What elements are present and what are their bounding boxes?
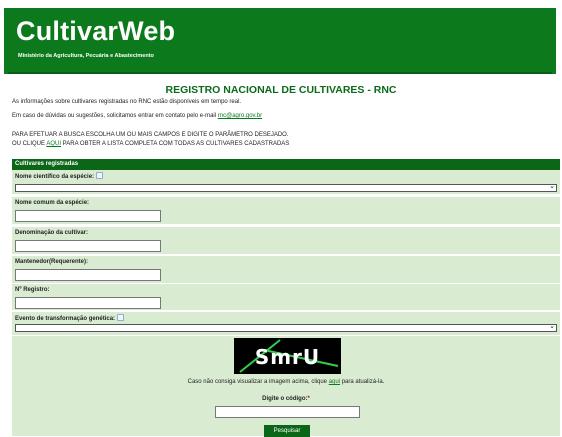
transformation-event-select[interactable]: ⌄: [15, 323, 557, 332]
captcha-refresh-link[interactable]: aqui: [329, 379, 340, 385]
cultivar-name-label: Denominação da cultivar:: [15, 230, 89, 236]
captcha-caption-prefix: Caso não consiga visualizar a imagem aci…: [187, 379, 329, 385]
site-header: CultivarWeb Ministério da Agricultura, P…: [4, 8, 556, 74]
field-row-registration: Nº Registro:: [12, 284, 560, 311]
page-title: REGISTRO NACIONAL DE CULTIVARES - RNC: [165, 84, 397, 96]
captcha-code-label-text: Digite o código:: [262, 396, 308, 402]
registration-label: Nº Registro:: [15, 287, 50, 293]
section-header-bar: Cultivares registradas: [12, 159, 560, 170]
help-icon[interactable]: [96, 172, 104, 179]
intro-line-2-text: Em caso de dúvidas ou sugestões, solicit…: [12, 113, 218, 119]
intro-line-1: As informações sobre cultivares registra…: [12, 99, 242, 105]
captcha-code-text: SmrU: [254, 345, 321, 369]
required-marker: *: [307, 396, 310, 402]
field-row-common-name: Nome comum da espécie:: [12, 197, 560, 225]
captcha-section: SmrU Caso não consiga visualizar a image…: [12, 336, 560, 437]
scientific-name-label: Nome científico da espécie:: [15, 172, 104, 181]
cultivar-name-input[interactable]: [15, 240, 161, 252]
contact-email-link[interactable]: rnc@agro.gov.br: [218, 113, 262, 119]
captcha-code-label: Digite o código:*: [12, 396, 560, 402]
scientific-name-select[interactable]: ⌄: [15, 183, 557, 192]
captcha-image: SmrU: [234, 338, 341, 374]
intro-line-4-suffix: PARA OBTER A LISTA COMPLETA COM TODAS AS…: [61, 141, 290, 147]
intro-line-3: PARA EFETUAR A BUSCA ESCOLHA UM OU MAIS …: [12, 132, 289, 138]
captcha-code-input[interactable]: [215, 406, 360, 418]
maintainer-input[interactable]: [15, 269, 161, 281]
site-logo-subtitle: Ministério da Agricultura, Pecuária e Ab…: [18, 53, 154, 59]
intro-line-4-prefix: OU CLIQUE: [12, 141, 47, 147]
chevron-down-icon: ⌄: [549, 323, 555, 330]
field-row-scientific-name: Nome científico da espécie: ⌄: [12, 170, 560, 195]
field-row-cultivar-name: Denominação da cultivar:: [12, 227, 560, 255]
site-logo-title: CultivarWeb: [16, 16, 176, 46]
full-list-link[interactable]: AQUI: [46, 141, 61, 147]
chevron-down-icon: ⌄: [549, 183, 555, 190]
intro-line-4: OU CLIQUE AQUI PARA OBTER A LISTA COMPLE…: [12, 141, 289, 147]
common-name-input[interactable]: [15, 210, 161, 222]
search-button[interactable]: Pesquisar: [264, 425, 310, 437]
intro-line-2: Em caso de dúvidas ou sugestões, solicit…: [12, 113, 262, 119]
maintainer-label: Mantenedor(Requerente):: [15, 259, 89, 265]
transformation-event-label: Evento de transformação genética:: [15, 314, 125, 323]
help-icon[interactable]: [117, 314, 125, 321]
registration-input[interactable]: [15, 297, 161, 309]
common-name-label: Nome comum da espécie:: [15, 200, 90, 206]
transformation-event-label-text: Evento de transformação genética:: [15, 316, 116, 323]
captcha-refresh-caption: Caso não consiga visualizar a imagem aci…: [12, 379, 560, 385]
captcha-caption-suffix: para atualizá-la.: [340, 379, 385, 385]
field-row-maintainer: Mantenedor(Requerente):: [12, 256, 560, 284]
field-row-transformation-event: Evento de transformação genética: ⌄: [12, 312, 560, 336]
header-divider: [8, 72, 552, 74]
scientific-name-label-text: Nome científico da espécie:: [15, 174, 95, 181]
